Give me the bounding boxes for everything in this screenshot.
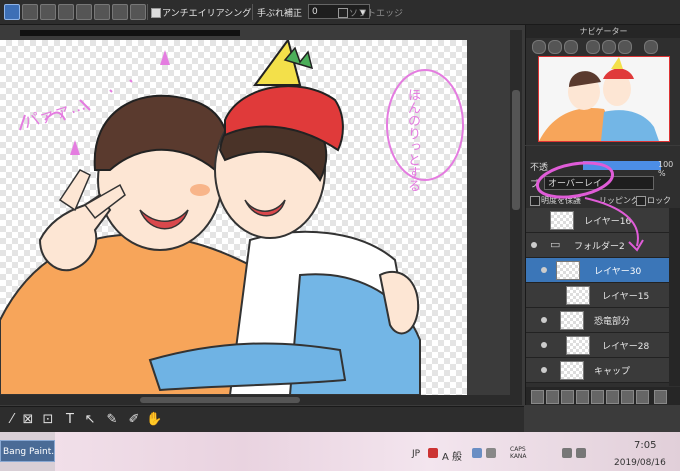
curve-icon[interactable]	[112, 4, 128, 20]
radial-icon[interactable]	[76, 4, 92, 20]
top-toolbar: アンチエイリアシング 手ぶれ補正 0 ▼ ソフトエッジ	[0, 0, 680, 25]
new-halftone-layer-icon[interactable]	[546, 390, 559, 404]
drawing-canvas[interactable]: パァァ… ほんのりっとする	[0, 40, 467, 395]
antialias-checkbox[interactable]	[151, 8, 161, 18]
text-tool-icon[interactable]: T	[62, 412, 78, 428]
clock-time[interactable]: 7:05	[634, 440, 656, 451]
hand-tool-icon[interactable]: ✋	[146, 412, 162, 428]
new-1bit-layer-icon[interactable]	[576, 390, 589, 404]
merge-down-icon[interactable]	[621, 390, 634, 404]
flip-icon[interactable]	[644, 40, 658, 54]
zoom-in-icon[interactable]	[532, 40, 546, 54]
network-icon[interactable]	[562, 448, 572, 458]
layer-row[interactable]: 恐竜部分	[526, 308, 669, 333]
scroll-thumb[interactable]	[140, 397, 300, 403]
select-pen-icon[interactable]: ⊠	[20, 412, 36, 428]
new-8bit-layer-icon[interactable]	[561, 390, 574, 404]
layer-thumbnail	[566, 336, 590, 355]
visibility-eye-icon[interactable]	[541, 317, 547, 323]
volume-icon[interactable]	[576, 448, 586, 458]
perspective-icon[interactable]	[58, 4, 74, 20]
layer-thumbnail	[566, 286, 590, 305]
clock-date[interactable]: 2019/08/16	[614, 458, 666, 468]
layer-toolbar	[526, 387, 680, 405]
handwriting-text-2: ほんのりっとする	[405, 88, 420, 192]
zoom-out-icon[interactable]	[564, 40, 578, 54]
new-folder-icon[interactable]	[591, 390, 604, 404]
grid-icon[interactable]	[22, 4, 38, 20]
trash-icon[interactable]	[654, 390, 667, 404]
navigator-title: ナビゲーター	[526, 25, 680, 38]
divider	[252, 4, 253, 20]
divider	[147, 4, 148, 20]
eyedropper-icon[interactable]: ✐	[126, 412, 142, 428]
canvas-vertical-scrollbar[interactable]	[510, 30, 522, 395]
new-layer-icon[interactable]	[531, 390, 544, 404]
ime-tool-icon[interactable]	[472, 448, 482, 458]
layer-row[interactable]: レイヤー15	[526, 283, 669, 308]
ime-icon[interactable]	[428, 448, 438, 458]
stabilizer-label: 手ぶれ補正	[257, 9, 303, 19]
divide-tool-icon[interactable]: ✎	[104, 412, 120, 428]
pattern-icon[interactable]	[40, 4, 56, 20]
redaction-bar	[20, 30, 240, 36]
fit-icon[interactable]	[548, 40, 562, 54]
antialias-label: アンチエイリアシング	[162, 9, 252, 19]
brush-mode-icon[interactable]	[4, 4, 20, 20]
navigator-thumbnail[interactable]	[538, 56, 670, 142]
soft-edge-label: ソフトエッジ	[349, 9, 404, 19]
layer-row[interactable]: レイヤー28	[526, 333, 669, 358]
annotation-overlay	[535, 161, 644, 252]
layer-name: 恐竜部分	[594, 317, 631, 327]
navigator-panel: ナビゲーター	[525, 25, 680, 145]
bottom-tool-strip: ⁄ ⊠ ⊡ T ↖ ✎ ✐ ✋	[0, 406, 524, 433]
layer-thumbnail	[560, 311, 584, 330]
settings-gear-icon[interactable]	[130, 4, 146, 20]
taskbar-app-button[interactable]: Bang Paint...	[0, 440, 55, 462]
layer-name: キャップ	[594, 367, 631, 377]
visibility-eye-icon[interactable]	[541, 367, 547, 373]
system-tray: JP A 般 CAPS KANA 7:05 2019/08/16	[412, 440, 680, 468]
soft-edge-checkbox[interactable]	[338, 8, 348, 18]
layer-menu-icon[interactable]	[636, 390, 649, 404]
layer-name: レイヤー28	[602, 342, 650, 352]
reset-view-icon[interactable]	[602, 40, 616, 54]
layer-row[interactable]: キャップ	[526, 358, 669, 383]
select-eraser-icon[interactable]: ⊡	[40, 412, 56, 428]
visibility-eye-icon[interactable]	[541, 267, 547, 273]
rotate-right-icon[interactable]	[618, 40, 632, 54]
duplicate-layer-icon[interactable]	[606, 390, 619, 404]
layer-name: レイヤー15	[602, 292, 650, 302]
rotate-left-icon[interactable]	[586, 40, 600, 54]
thumbnail-image	[539, 57, 669, 141]
magic-wand-icon[interactable]: ⁄	[4, 412, 20, 428]
visibility-eye-icon[interactable]	[541, 342, 547, 348]
ime-mode[interactable]: A 般	[442, 448, 462, 463]
caps-indicator: CAPS KANA	[510, 446, 527, 460]
stabilizer-value: 0	[312, 7, 318, 17]
canvas-horizontal-scrollbar[interactable]	[0, 395, 522, 405]
ime-language[interactable]: JP	[412, 449, 420, 459]
scroll-thumb[interactable]	[512, 90, 520, 210]
ime-pad-icon[interactable]	[486, 448, 496, 458]
layer-thumbnail	[560, 361, 584, 380]
operation-tool-icon[interactable]: ↖	[82, 412, 98, 428]
concentric-icon[interactable]	[94, 4, 110, 20]
